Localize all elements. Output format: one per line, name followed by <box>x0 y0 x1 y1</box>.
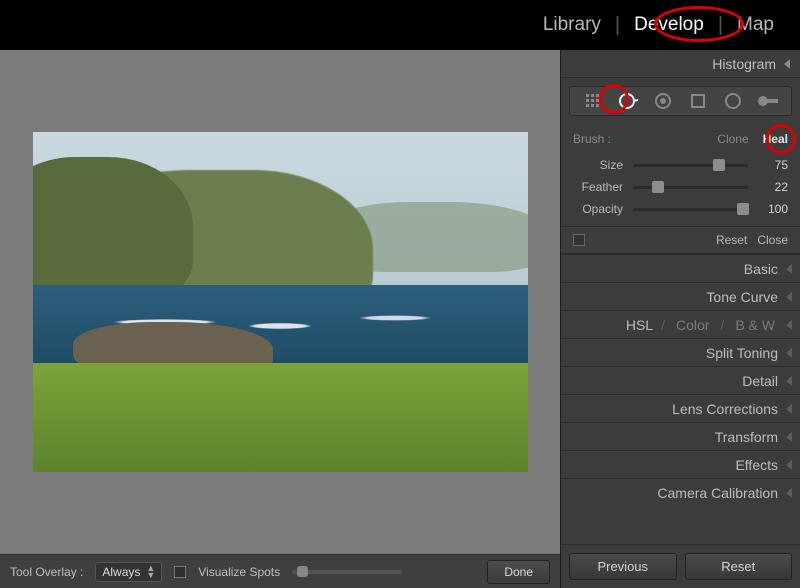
panel-header[interactable]: Tone Curve <box>561 282 800 310</box>
panel-label: Basic <box>744 261 778 277</box>
collapse-triangle-icon <box>784 59 790 69</box>
brush-mode-heal[interactable]: Heal <box>763 132 788 146</box>
panel-label: Split Toning <box>706 345 778 361</box>
tool-overlay-dropdown[interactable]: Always ▲▼ <box>95 562 162 582</box>
adjustment-brush-icon[interactable] <box>756 89 780 113</box>
tool-overlay-label: Tool Overlay : <box>10 565 83 579</box>
graduated-filter-icon[interactable] <box>686 89 710 113</box>
slider-opacity: Opacity 100 <box>573 198 788 220</box>
spot-removal-icon[interactable] <box>616 89 640 113</box>
tab-library[interactable]: Library <box>535 10 609 40</box>
panel-segment[interactable]: B & W <box>735 317 775 333</box>
collapse-triangle-icon <box>786 432 792 442</box>
collapse-triangle-icon <box>786 292 792 302</box>
previous-button[interactable]: Previous <box>569 553 677 580</box>
image-viewport[interactable] <box>0 50 560 554</box>
collapse-triangle-icon <box>786 264 792 274</box>
size-label: Size <box>573 158 623 172</box>
panel-header[interactable]: Basic <box>561 254 800 282</box>
visualize-spots-label: Visualize Spots <box>198 565 280 579</box>
separator: / <box>661 317 665 333</box>
panel-label: Effects <box>735 457 778 473</box>
tool-strip <box>569 86 792 116</box>
collapse-triangle-icon <box>786 460 792 470</box>
collapse-triangle-icon <box>786 376 792 386</box>
collapse-triangle-icon <box>786 404 792 414</box>
brush-reset-row: Reset Close <box>561 226 800 254</box>
feather-track[interactable] <box>633 186 748 189</box>
right-panel: Histogram <box>560 50 800 588</box>
size-value: 75 <box>758 158 788 172</box>
histogram-header[interactable]: Histogram <box>561 50 800 78</box>
brush-close[interactable]: Close <box>757 233 788 247</box>
panel-header[interactable]: HSL / Color / B & W <box>561 310 800 338</box>
panel-segment[interactable]: HSL <box>626 317 653 333</box>
feather-label: Feather <box>573 180 623 194</box>
size-track[interactable] <box>633 164 748 167</box>
tab-develop[interactable]: Develop <box>626 10 712 40</box>
brush-reset[interactable]: Reset <box>716 233 747 247</box>
panel-header[interactable]: Lens Corrections <box>561 394 800 422</box>
panel-header[interactable]: Effects <box>561 450 800 478</box>
brush-mode-clone[interactable]: Clone <box>717 132 748 146</box>
opacity-label: Opacity <box>573 202 623 216</box>
panel-header[interactable]: Transform <box>561 422 800 450</box>
panel-header[interactable]: Split Toning <box>561 338 800 366</box>
histogram-label: Histogram <box>712 56 776 72</box>
separator: / <box>720 317 724 333</box>
collapse-triangle-icon <box>786 348 792 358</box>
brush-mode-row: Brush : Clone Heal <box>561 120 800 154</box>
updown-icon: ▲▼ <box>146 565 155 579</box>
radial-filter-icon[interactable] <box>721 89 745 113</box>
panel-header[interactable]: Detail <box>561 366 800 394</box>
canvas-area: Tool Overlay : Always ▲▼ Visualize Spots… <box>0 50 560 588</box>
develop-panels: Basic Tone Curve HSL / Color / B & W Split … <box>561 254 800 506</box>
panel-segment[interactable]: Color <box>676 317 709 333</box>
panel-header[interactable]: Camera Calibration <box>561 478 800 506</box>
photo <box>33 132 528 472</box>
panel-label: Tone Curve <box>706 289 778 305</box>
toggle-switch[interactable] <box>573 234 585 246</box>
panel-label: Detail <box>742 373 778 389</box>
reset-button[interactable]: Reset <box>685 553 793 580</box>
panel-label: Lens Corrections <box>672 401 778 417</box>
feather-value: 22 <box>758 180 788 194</box>
tab-separator: | <box>718 14 723 37</box>
bottom-toolbar: Tool Overlay : Always ▲▼ Visualize Spots… <box>0 554 560 588</box>
brush-sliders: Size 75 Feather 22 Opacity 100 <box>561 154 800 226</box>
collapse-triangle-icon <box>786 320 792 330</box>
main: Tool Overlay : Always ▲▼ Visualize Spots… <box>0 50 800 588</box>
redeye-icon[interactable] <box>651 89 675 113</box>
slider-feather: Feather 22 <box>573 176 788 198</box>
visualize-spots-slider[interactable] <box>292 570 402 574</box>
panel-label: Camera Calibration <box>657 485 778 501</box>
opacity-track[interactable] <box>633 208 748 211</box>
crop-icon[interactable] <box>581 89 605 113</box>
tool-overlay-value: Always <box>102 565 140 579</box>
opacity-value: 100 <box>758 202 788 216</box>
app-root: Library | Develop | Map Tool O <box>0 0 800 588</box>
collapse-triangle-icon <box>786 488 792 498</box>
slider-size: Size 75 <box>573 154 788 176</box>
panel-label: Transform <box>715 429 778 445</box>
done-button[interactable]: Done <box>487 560 550 584</box>
tab-separator: | <box>615 14 620 37</box>
panel-footer: Previous Reset <box>561 544 800 588</box>
module-tabs: Library | Develop | Map <box>0 0 800 50</box>
visualize-spots-checkbox[interactable] <box>174 566 186 578</box>
tab-map[interactable]: Map <box>729 10 782 40</box>
brush-label: Brush : <box>573 132 611 146</box>
